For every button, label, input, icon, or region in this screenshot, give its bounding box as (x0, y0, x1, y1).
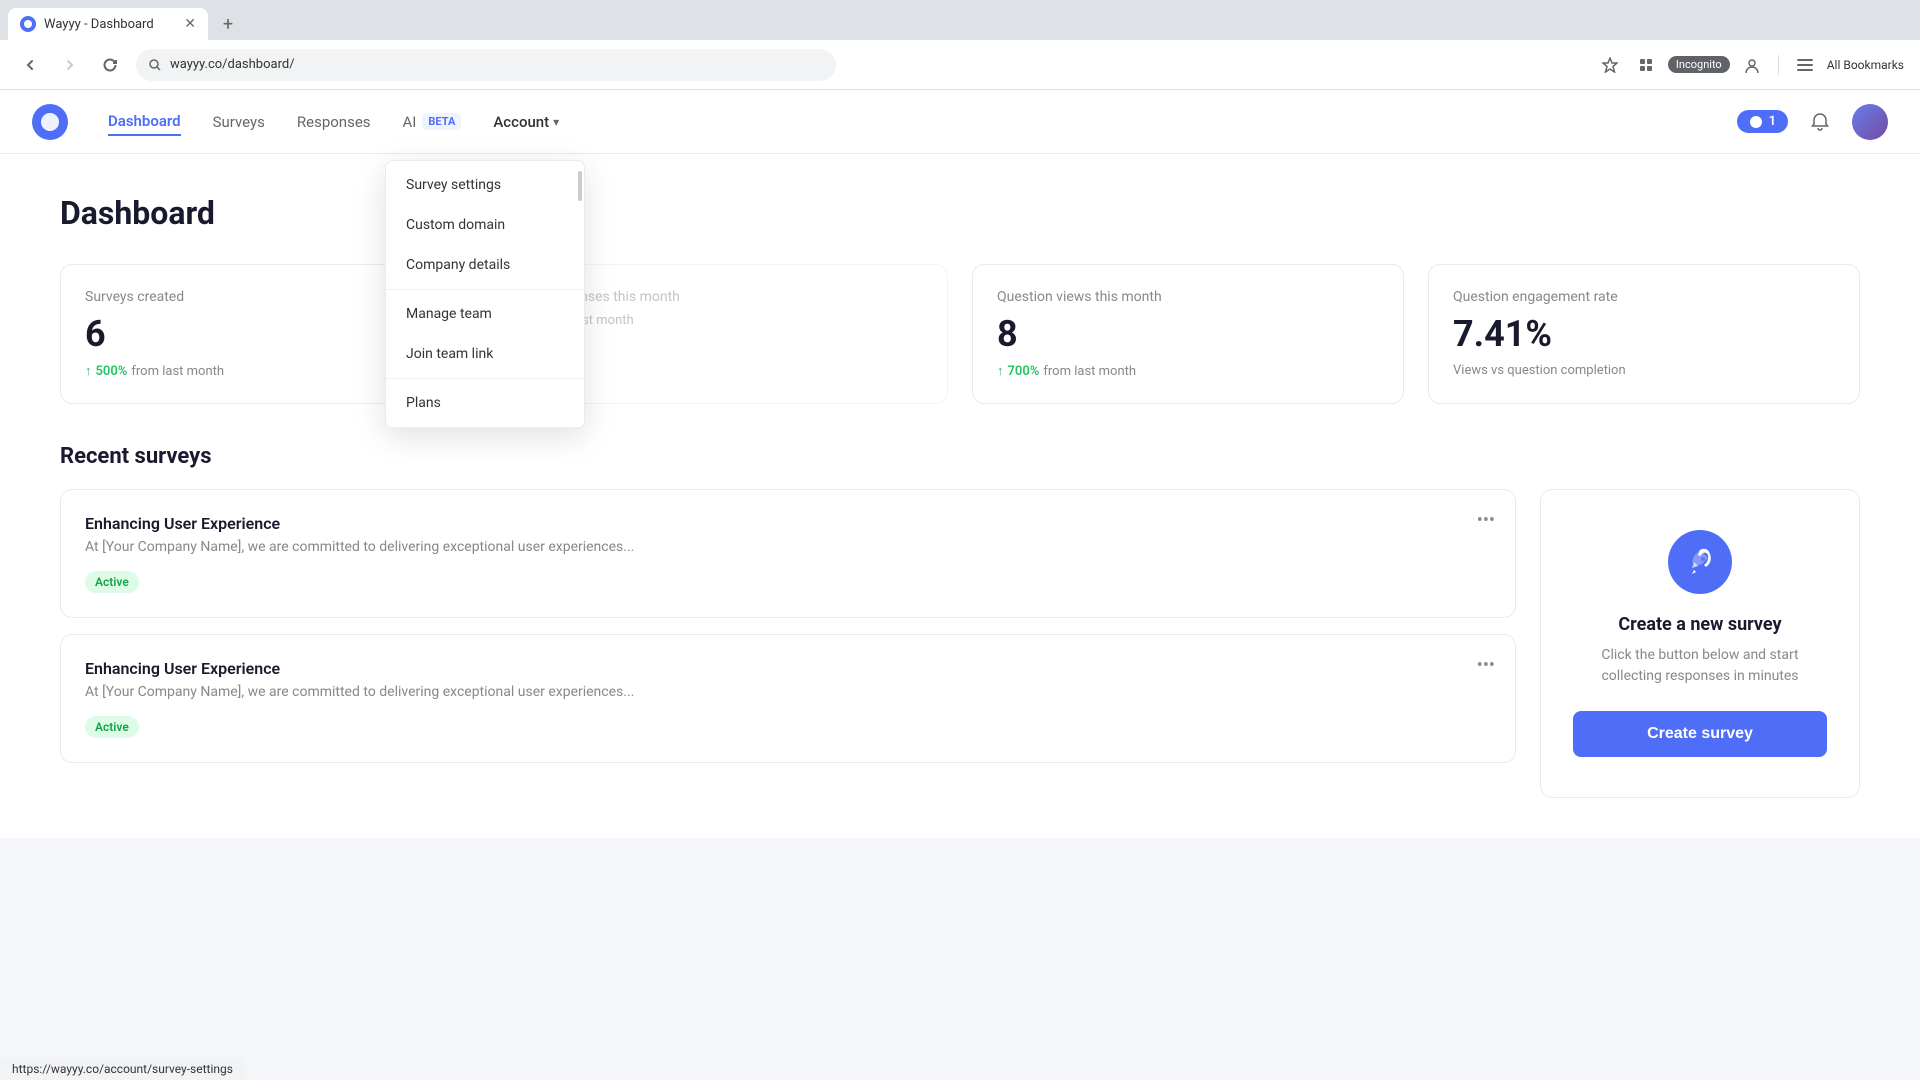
account-dropdown-menu: Survey settings Custom domain Company de… (385, 160, 585, 429)
dropdown-section-1: Survey settings Custom domain Company de… (386, 161, 584, 290)
dropdown-overlay[interactable] (0, 0, 1920, 1080)
dropdown-item-company-details[interactable]: Company details (386, 245, 584, 285)
dropdown-scrollbar (578, 161, 582, 428)
dropdown-item-plans[interactable]: Plans (386, 383, 584, 423)
status-bar: https://wayyy.co/account/survey-settings (0, 1058, 245, 1080)
dropdown-item-manage-team[interactable]: Manage team (386, 294, 584, 334)
dropdown-section-3: Plans (386, 379, 584, 428)
dropdown-item-custom-domain[interactable]: Custom domain (386, 205, 584, 245)
dropdown-item-join-team-link[interactable]: Join team link (386, 334, 584, 374)
dropdown-item-survey-settings[interactable]: Survey settings (386, 165, 584, 205)
dropdown-section-2: Manage team Join team link (386, 290, 584, 379)
status-url: https://wayyy.co/account/survey-settings (12, 1062, 233, 1076)
scrollbar-thumb (578, 171, 582, 201)
